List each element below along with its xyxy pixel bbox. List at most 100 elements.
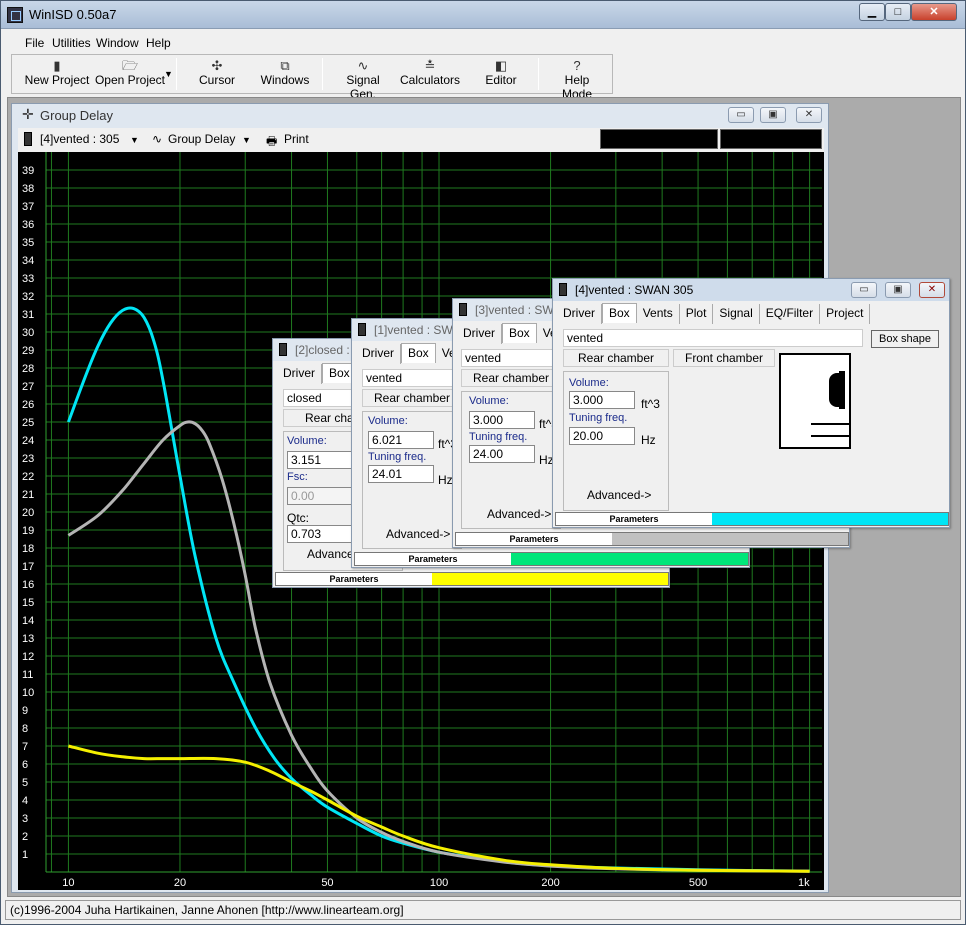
y-tick-label: 9 (22, 705, 28, 717)
w2-qtc-label: Qtc: (287, 511, 310, 525)
folder-icon: 🗁 (121, 58, 139, 73)
w1-tuning-input[interactable]: 24.01 (368, 465, 434, 483)
print-button[interactable]: Print (284, 132, 309, 146)
w4-tab-driver[interactable]: Driver (557, 304, 602, 324)
w1-box-type[interactable]: vented (362, 369, 462, 387)
w2-fsc-input[interactable]: 0.00 (287, 487, 353, 505)
y-tick-label: 24 (22, 435, 34, 447)
w4-front-chamber-button[interactable]: Front chamber (673, 349, 775, 367)
main-window: WinISD 0.50a7 ▁ □ ✕ File Utilities Windo… (0, 0, 966, 925)
w2-volume-input[interactable]: 3.151 (287, 451, 353, 469)
w1-advanced-button[interactable]: Advanced-> (386, 527, 450, 541)
w1-volume-input[interactable]: 6.021 (368, 431, 434, 449)
w3-box-type[interactable]: vented (461, 349, 561, 367)
group-delay-title-bar[interactable]: ✛ Group Delay ▭ ▣ ✕ (12, 104, 828, 126)
w2-qtc-input[interactable]: 0.703 (287, 525, 353, 543)
help-mode-button[interactable]: ? Help Mode (548, 55, 606, 101)
y-tick-label: 20 (22, 507, 34, 519)
graph-minimize-button[interactable]: ▭ (728, 107, 754, 123)
w3-tuning-label: Tuning freq. (469, 431, 528, 443)
w4-box-shape-button[interactable]: Box shape (871, 330, 939, 348)
y-tick-label: 38 (22, 183, 34, 195)
minimize-button[interactable]: ▁ (859, 3, 885, 21)
open-project-dropdown-icon[interactable]: ▼ (164, 69, 173, 79)
menu-file[interactable]: File (25, 36, 44, 50)
w4-volume-label: Volume: (569, 377, 609, 389)
w4-tab-vents[interactable]: Vents (637, 304, 680, 324)
w3-advanced-button[interactable]: Advanced-> (487, 507, 551, 521)
menu-utilities[interactable]: Utilities (52, 36, 91, 50)
y-tick-label: 6 (22, 759, 28, 771)
w4-color-swatch[interactable] (712, 513, 948, 525)
w2-volume-label: Volume: (287, 435, 327, 447)
w4-tab-plot[interactable]: Plot (680, 304, 714, 324)
project-select[interactable]: [4]vented : 305 (40, 132, 119, 146)
graph-close-button[interactable]: ✕ (796, 107, 822, 123)
graph-type-icon: ∿ (152, 132, 163, 146)
editor-button[interactable]: ◧ Editor (482, 55, 520, 93)
w3-tab-driver[interactable]: Driver (457, 324, 502, 344)
open-project-button[interactable]: 🗁 Open Project (94, 55, 166, 93)
w4-tab-box[interactable]: Box (602, 303, 637, 323)
y-tick-label: 26 (22, 399, 34, 411)
w1-speaker-icon (358, 323, 366, 336)
vented-box-window-4: [4]vented : SWAN 305 ▭ ▣ ✕ Driver Box Vent… (552, 278, 950, 528)
x-tick-label: 20 (174, 877, 186, 889)
windows-icon: ⧉ (280, 58, 290, 73)
w4-parameters-label: Parameters (609, 514, 659, 524)
project-speaker-icon (24, 132, 32, 146)
y-tick-label: 19 (22, 525, 34, 537)
new-project-button[interactable]: ▮ New Project (18, 55, 96, 93)
w4-title-bar[interactable]: [4]vented : SWAN 305 ▭ ▣ ✕ (553, 279, 949, 301)
w4-tuning-input[interactable]: 20.00 (569, 427, 635, 445)
w4-minimize-button[interactable]: ▭ (851, 282, 877, 298)
w4-box-type[interactable]: vented (563, 329, 863, 347)
w4-tab-project[interactable]: Project (820, 304, 871, 324)
w4-advanced-button[interactable]: Advanced-> (587, 488, 651, 502)
y-tick-label: 13 (22, 633, 34, 645)
w4-tuning-label: Tuning freq. (569, 412, 628, 424)
menu-window[interactable]: Window (96, 36, 139, 50)
y-tick-label: 23 (22, 453, 34, 465)
maximize-button[interactable]: □ (885, 3, 911, 21)
windows-button[interactable]: ⧉ Windows (258, 55, 312, 93)
cursor-button[interactable]: ✣ Cursor (192, 55, 242, 93)
graph-type-select[interactable]: Group Delay (168, 132, 235, 146)
w1-parameters-bar: Parameters (354, 552, 749, 566)
menu-help[interactable]: Help (146, 36, 171, 50)
w2-tab-driver[interactable]: Driver (277, 364, 322, 384)
y-tick-label: 12 (22, 651, 34, 663)
graph-maximize-button[interactable]: ▣ (760, 107, 786, 123)
w4-tab-signal[interactable]: Signal (713, 304, 760, 324)
w4-maximize-button[interactable]: ▣ (885, 282, 911, 298)
w3-volume-input[interactable]: 3.000 (469, 411, 535, 429)
y-tick-label: 17 (22, 561, 34, 573)
calculators-button[interactable]: ≛ Calculators (400, 55, 460, 93)
w4-close-button[interactable]: ✕ (919, 282, 945, 298)
title-bar[interactable]: WinISD 0.50a7 ▁ □ ✕ (1, 1, 965, 29)
w3-color-swatch[interactable] (612, 533, 848, 545)
w4-volume-input[interactable]: 3.000 (569, 391, 635, 409)
w4-tab-eq-filter[interactable]: EQ/Filter (760, 304, 821, 324)
w3-tab-box[interactable]: Box (502, 323, 537, 343)
close-button[interactable]: ✕ (911, 3, 957, 21)
w4-rear-chamber-button[interactable]: Rear chamber (563, 349, 669, 367)
project-dropdown-icon[interactable]: ▼ (130, 135, 139, 145)
w1-tab-driver[interactable]: Driver (356, 344, 401, 364)
graph-toolbar: [4]vented : 305 ▼ ∿ Group Delay ▼ 🖶 Prin… (18, 128, 824, 152)
cursor-crosshair-icon: ✣ (211, 58, 223, 73)
graph-type-dropdown-icon[interactable]: ▼ (242, 135, 251, 145)
w1-color-swatch[interactable] (511, 553, 748, 565)
w3-rear-chamber-button[interactable]: Rear chamber (461, 369, 561, 387)
signal-gen-button[interactable]: ∿ Signal Gen. (332, 55, 394, 101)
x-tick-label: 10 (62, 877, 74, 889)
w3-tuning-input[interactable]: 24.00 (469, 445, 535, 463)
w4-volume-unit: ft^3 (641, 397, 660, 411)
w1-tab-box[interactable]: Box (401, 343, 436, 363)
w1-rear-chamber-button[interactable]: Rear chamber (362, 389, 462, 407)
crosshair-icon: ✛ (22, 106, 34, 122)
w1-tuning-unit: Hz (438, 473, 453, 487)
y-tick-label: 5 (22, 777, 28, 789)
w2-color-swatch[interactable] (432, 573, 668, 585)
y-tick-label: 33 (22, 273, 34, 285)
